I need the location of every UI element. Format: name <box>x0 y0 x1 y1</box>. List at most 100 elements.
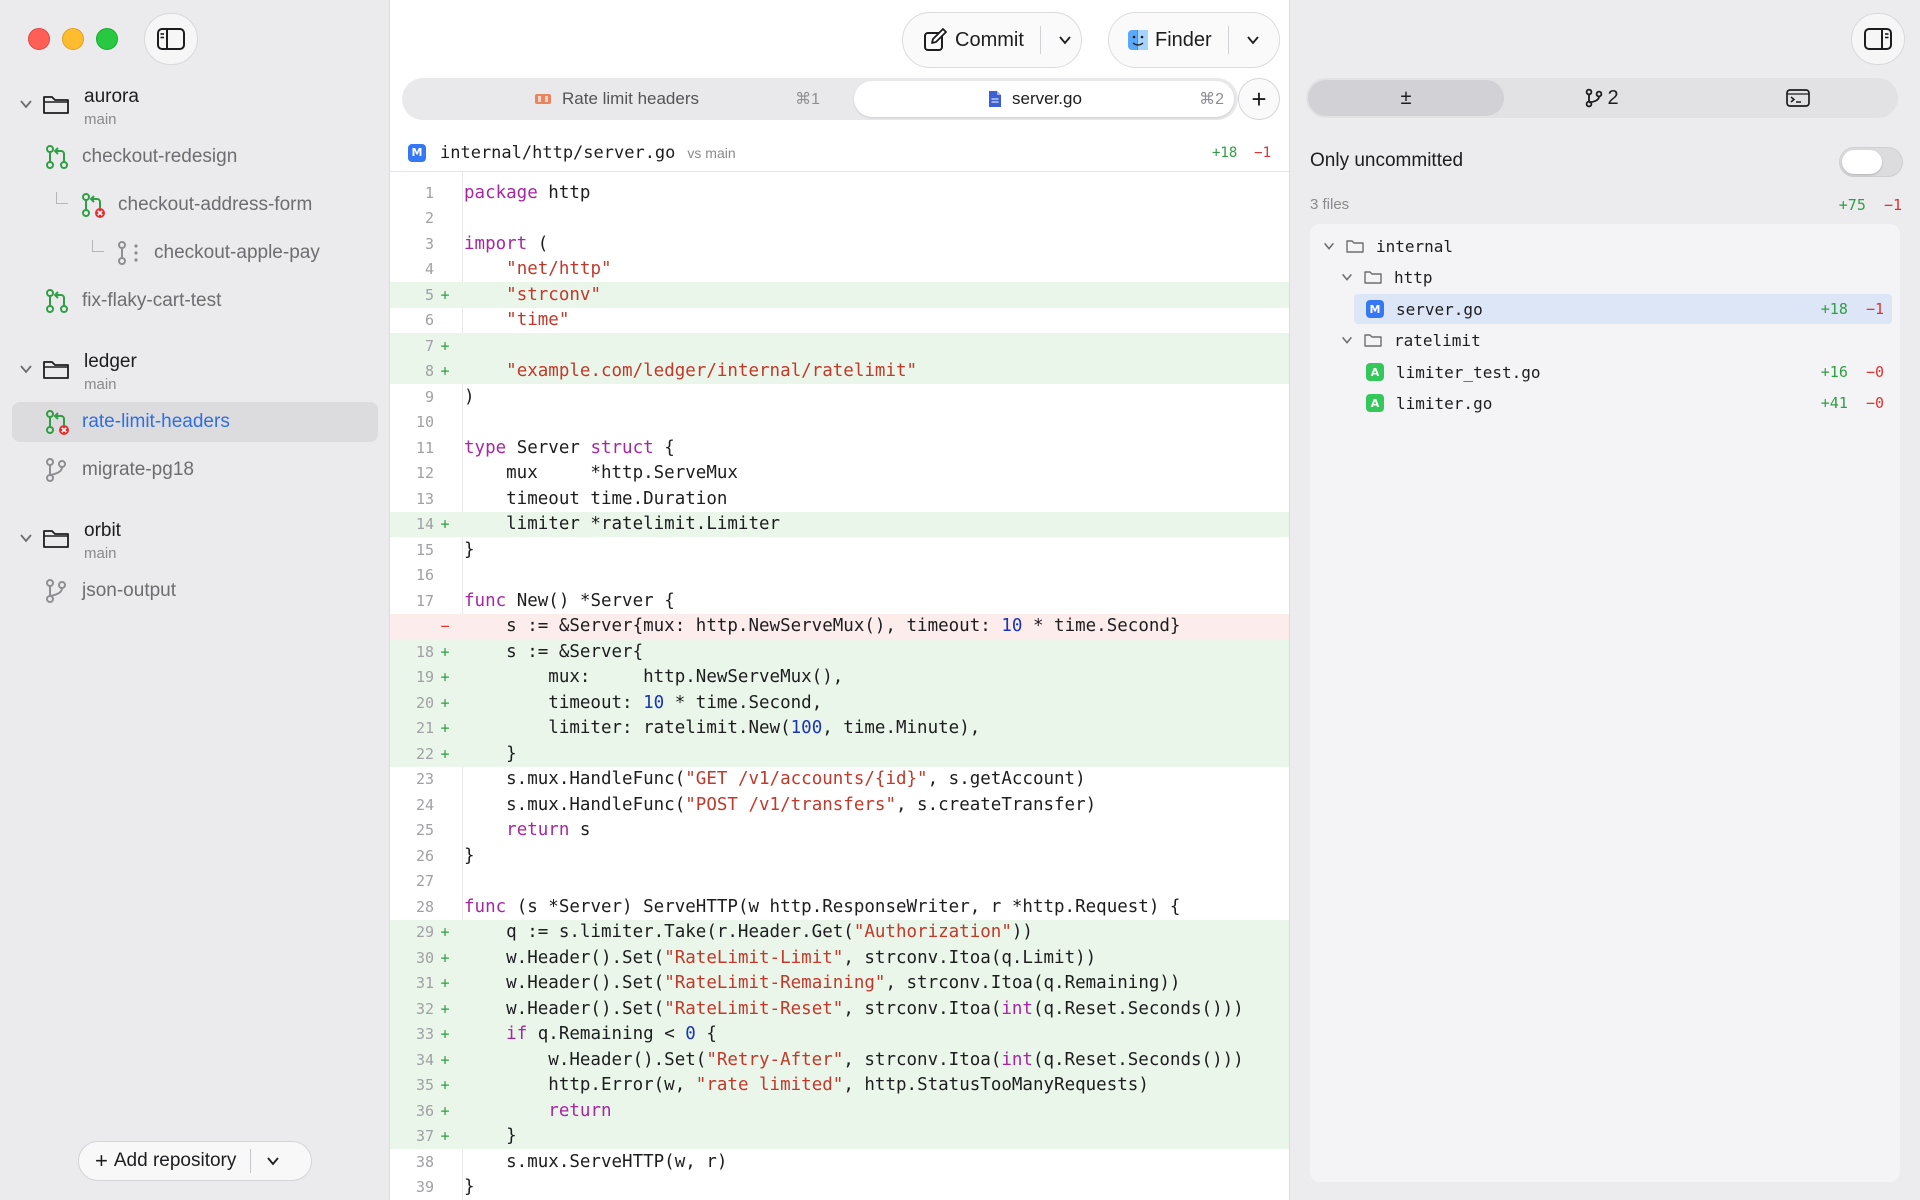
branch-rate-limit-headers[interactable]: rate-limit-headers <box>12 402 378 442</box>
tree-file-server-go[interactable]: M server.go +18 −1 <box>1354 294 1892 324</box>
code-line: 20 + timeout: 10 * time.Second, <box>390 690 1289 716</box>
toggle-sidebar-button[interactable] <box>144 13 198 65</box>
branch-checkout-redesign[interactable]: checkout-redesign <box>44 137 374 177</box>
add-repository-label: Add repository <box>113 1150 237 1171</box>
line-number: 32 <box>415 999 434 1018</box>
close-window-button[interactable] <box>28 28 50 50</box>
file-diff-stats: +18 −1 <box>1821 300 1884 318</box>
code-line: 16 <box>390 563 1289 589</box>
file-name: server.go <box>1396 299 1483 319</box>
tab-diff[interactable]: ± <box>1308 80 1504 116</box>
tree-folder-http[interactable]: http <box>1340 262 1888 292</box>
tree-file-limiter-test-go[interactable]: A limiter_test.go +16 −0 <box>1354 357 1892 387</box>
code-text: mux: http.NewServeMux(), <box>464 667 844 688</box>
compare-base: vs main <box>687 144 736 161</box>
code-line: 27 <box>390 869 1289 895</box>
code-text: limiter: ratelimit.New(100, time.Minute)… <box>464 718 981 739</box>
code-text: "time" <box>506 310 570 331</box>
minimize-window-button[interactable] <box>62 28 84 50</box>
commit-button[interactable]: Commit <box>902 12 1082 68</box>
chevron-down-icon[interactable] <box>1340 270 1354 284</box>
repo-orbit[interactable]: orbit main <box>18 518 378 566</box>
total-lines-removed: −1 <box>1883 196 1902 214</box>
line-number: 28 <box>415 897 434 916</box>
lines-removed: −1 <box>1254 144 1271 161</box>
folder-icon <box>43 361 69 379</box>
pr-tab-icon <box>534 91 552 107</box>
code-diff-view[interactable]: 1 package http 2 3 import (4 "net/http" 5 + "s… <box>390 180 1289 1200</box>
add-repository-button[interactable]: + Add repository <box>78 1141 312 1181</box>
branch-label: checkout-redesign <box>82 146 238 167</box>
code-line: 9) <box>390 384 1289 410</box>
chevron-down-icon[interactable] <box>18 96 34 112</box>
repo-branch: main <box>84 376 117 393</box>
tab-branches[interactable]: 2 <box>1504 80 1700 116</box>
code-line: 35 + http.Error(w, "rate limited", http.S… <box>390 1072 1289 1098</box>
branch-label: migrate-pg18 <box>82 459 194 480</box>
chevron-down-icon[interactable] <box>1340 333 1354 347</box>
code-text: return <box>548 1100 612 1121</box>
finder-button[interactable]: Finder <box>1108 12 1280 68</box>
code-text: return s <box>506 820 591 841</box>
diff-marker: + <box>440 923 450 942</box>
chevron-down-icon[interactable] <box>1057 32 1073 48</box>
diff-marker: + <box>440 948 450 967</box>
chevron-down-icon[interactable] <box>18 361 34 377</box>
line-number: 6 <box>424 311 434 330</box>
code-text: limiter *ratelimit.Limiter <box>464 514 781 535</box>
line-number: 29 <box>415 923 434 942</box>
branch-json-output[interactable]: json-output <box>44 571 374 611</box>
diff-marker: + <box>440 719 450 738</box>
code-text: q := s.limiter.Take(r.Header.Get("Author… <box>464 922 1033 943</box>
tab-rate-limit-headers[interactable]: Rate limit headers ⌘1 <box>406 81 830 117</box>
line-number: 34 <box>415 1050 434 1069</box>
code-text: mux *http.ServeMux <box>464 463 738 484</box>
code-text: "example.com/ledger/internal/ratelimit" <box>506 361 918 382</box>
line-number: 5 <box>424 285 434 304</box>
file-diff-stats: +18 −1 <box>1212 145 1271 161</box>
code-line: 17 func New() *Server { <box>390 588 1289 614</box>
tab-shortcut: ⌘1 <box>795 91 820 108</box>
window-controls <box>28 28 118 50</box>
chevron-down-icon[interactable] <box>18 530 34 546</box>
chevron-down-icon[interactable] <box>265 1153 281 1169</box>
line-number: 12 <box>415 464 434 483</box>
branch-icon <box>44 578 70 604</box>
repo-ledger[interactable]: ledger main <box>18 349 378 397</box>
branch-checkout-address-form[interactable]: checkout-address-form <box>80 185 374 225</box>
repo-aurora[interactable]: aurora main <box>18 84 378 132</box>
toggle-inspector-button[interactable] <box>1851 13 1905 65</box>
line-number: 1 <box>424 183 434 202</box>
chevron-down-icon[interactable] <box>1245 32 1261 48</box>
zoom-window-button[interactable] <box>96 28 118 50</box>
line-number: 33 <box>415 1025 434 1044</box>
code-text: } <box>464 743 517 764</box>
diff-marker: + <box>440 285 450 304</box>
tree-folder-ratelimit[interactable]: ratelimit <box>1340 325 1888 355</box>
line-number: 26 <box>415 846 434 865</box>
branch-migrate-pg18[interactable]: migrate-pg18 <box>44 450 374 490</box>
tab-server-go[interactable]: server.go ⌘2 <box>854 81 1234 117</box>
code-line: 29 + q := s.limiter.Take(r.Header.Get("Au… <box>390 919 1289 945</box>
code-line: 5 + "strconv" <box>390 282 1289 308</box>
sidebar-right-icon <box>1864 28 1892 50</box>
tree-folder-internal[interactable]: internal <box>1322 231 1888 261</box>
only-uncommitted-toggle[interactable] <box>1839 147 1903 177</box>
divider <box>1227 26 1229 54</box>
branch-fix-flaky-cart-test[interactable]: fix-flaky-cart-test <box>44 281 374 321</box>
code-text: s.mux.HandleFunc("GET /v1/accounts/{id}"… <box>464 769 1086 790</box>
line-number: 18 <box>415 642 434 661</box>
finder-label: Finder <box>1155 28 1212 51</box>
plus-icon: + <box>95 1148 108 1173</box>
tab-terminal[interactable] <box>1700 80 1896 116</box>
code-line: 25 return s <box>390 818 1289 844</box>
diff-marker: + <box>440 1101 450 1120</box>
chevron-down-icon[interactable] <box>1322 239 1336 253</box>
added-badge: A <box>1366 363 1384 381</box>
file-path: internal/http/server.go <box>440 142 676 163</box>
tree-file-limiter-go[interactable]: A limiter.go +41 −0 <box>1354 388 1892 418</box>
tab-label: Rate limit headers <box>562 89 700 108</box>
pull-request-icon <box>44 144 70 170</box>
branch-checkout-apple-pay[interactable]: checkout-apple-pay <box>116 233 374 273</box>
new-tab-button[interactable]: + <box>1238 78 1280 120</box>
